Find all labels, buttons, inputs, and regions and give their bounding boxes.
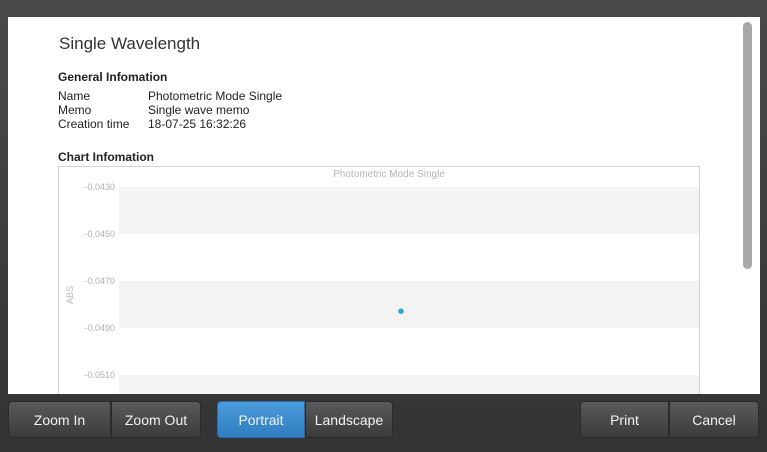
chart-band [119, 187, 699, 234]
print-button[interactable]: Print [580, 401, 669, 438]
info-row-name: Name Photometric Mode Single [58, 89, 282, 103]
portrait-button[interactable]: Portrait [217, 401, 305, 438]
y-tick-label: -0.0490 [84, 323, 115, 333]
y-tick-label: -0.0430 [84, 182, 115, 192]
info-value: 18-07-25 16:32:26 [148, 117, 247, 131]
chart-band [119, 375, 699, 394]
report-title: Single Wavelength [59, 34, 201, 53]
y-tick-label: -0.0450 [84, 229, 115, 239]
chart-info-heading: Chart Infomation [58, 150, 154, 164]
bottom-toolbar: Zoom In Zoom Out Portrait Landscape Prin… [0, 394, 767, 452]
info-key: Creation time [58, 117, 130, 131]
info-row-memo: Memo Single wave memo [58, 103, 282, 117]
general-info-table: Name Photometric Mode Single Memo Single… [58, 89, 282, 131]
report-page[interactable]: Single Wavelength General Infomation Nam… [8, 17, 760, 394]
zoom-in-button[interactable]: Zoom In [8, 401, 111, 438]
chart-container: Photometric Mode Single -0.0430 -0.0450 -0.… [58, 166, 700, 394]
landscape-button[interactable]: Landscape [305, 401, 393, 438]
info-key: Name [58, 89, 91, 103]
cancel-button[interactable]: Cancel [669, 401, 759, 438]
chart-band [119, 281, 699, 328]
y-tick-label: -0.0510 [84, 370, 115, 380]
info-value: Photometric Mode Single [148, 89, 283, 103]
info-row-creation-time: Creation time 18-07-25 16:32:26 [58, 117, 282, 131]
info-value: Single wave memo [148, 103, 250, 117]
abs-chart: Photometric Mode Single -0.0430 -0.0450 -0.… [65, 169, 699, 394]
print-preview-dialog: Single Wavelength General Infomation Nam… [0, 0, 767, 452]
vertical-scrollbar-thumb[interactable] [743, 22, 752, 269]
general-info-heading: General Infomation [58, 70, 168, 84]
chart-title: Photometric Mode Single [333, 169, 445, 180]
data-point [398, 308, 404, 314]
zoom-out-button[interactable]: Zoom Out [111, 401, 201, 438]
y-tick-label: -0.0470 [84, 276, 115, 286]
info-key: Memo [58, 103, 92, 117]
y-axis-label: ABS [65, 286, 75, 304]
